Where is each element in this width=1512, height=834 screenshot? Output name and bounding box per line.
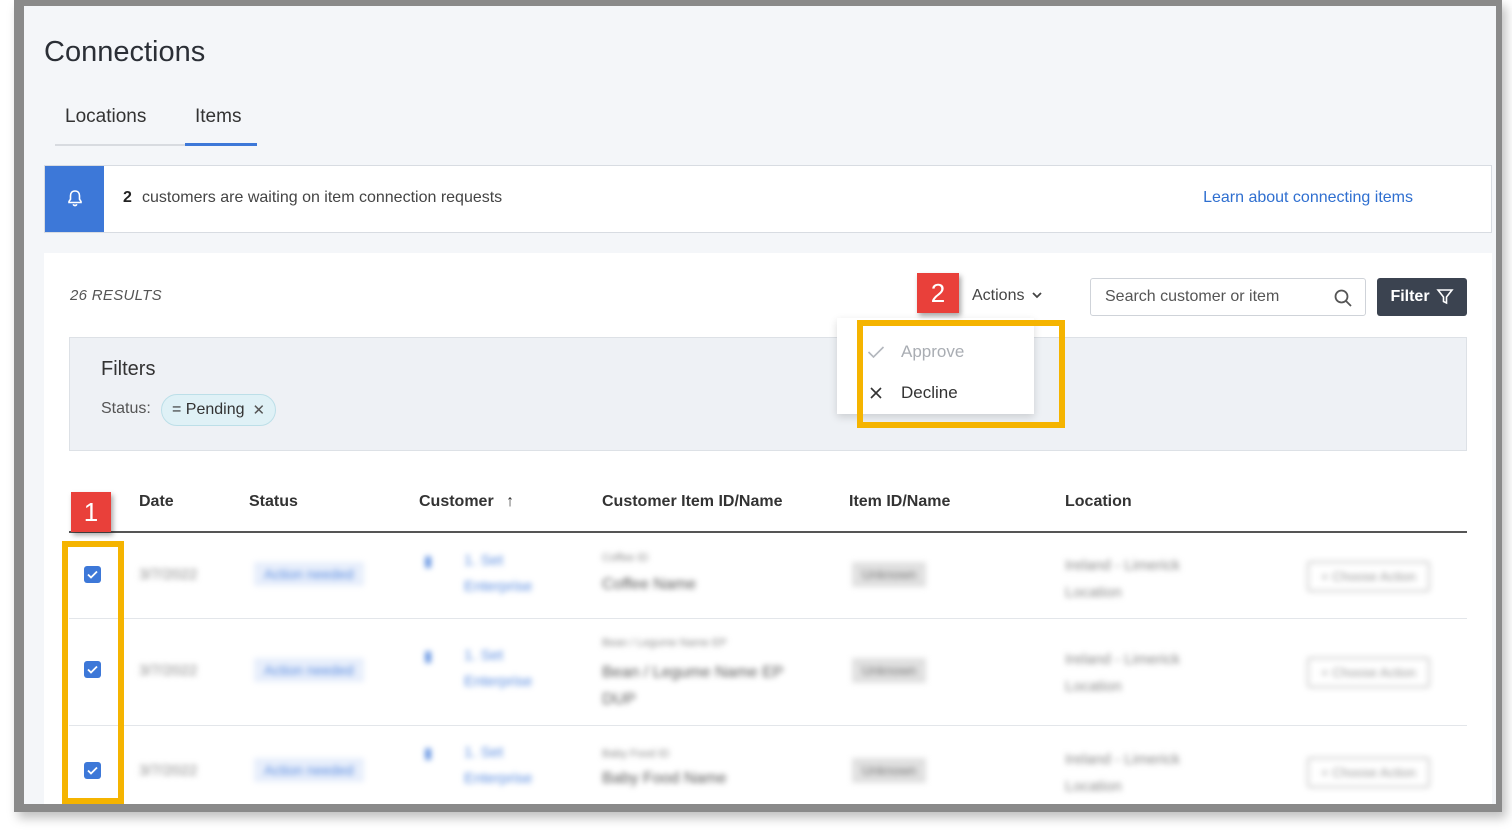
actions-label: Actions — [972, 287, 1025, 304]
table-row: 3/7/2022 Action needed ▮ 1. Set Enterpris… — [69, 619, 1467, 726]
row-location: Ireland - Limerick Location — [1065, 751, 1181, 795]
status-badge: Action needed — [254, 758, 364, 782]
tab-locations[interactable]: Locations — [55, 106, 195, 146]
banner-message: customers are waiting on item connection… — [142, 189, 503, 206]
customer-item-id: Coffee ID — [602, 552, 649, 564]
funnel-icon — [1435, 289, 1454, 305]
status-filter-label: Status: — [101, 400, 151, 417]
tab-items[interactable]: Items — [185, 106, 257, 146]
column-header-date[interactable]: Date — [139, 493, 174, 511]
customer-icon: ▮ — [424, 648, 433, 665]
customer-icon: ▮ — [424, 553, 433, 570]
chip-label: = Pending — [172, 401, 245, 418]
customer-link[interactable]: 1. Set Enterprise — [464, 740, 532, 792]
search-icon[interactable] — [1333, 288, 1353, 308]
row-location: Ireland - Limerick Location — [1065, 651, 1181, 695]
row-date: 3/7/2022 — [139, 762, 198, 779]
customer-item-name: Baby Food Name — [602, 770, 727, 787]
item-badge: Unknown — [852, 758, 927, 783]
customer-item-name: Coffee Name — [602, 576, 696, 593]
customer-icon: ▮ — [424, 745, 433, 762]
search-placeholder: Search customer or item — [1105, 288, 1280, 305]
column-header-location[interactable]: Location — [1065, 493, 1132, 511]
choose-action-button[interactable]: + Choose Action — [1307, 561, 1431, 592]
learn-link[interactable]: Learn about connecting items — [1203, 189, 1413, 207]
info-banner: 2 customers are waiting on item connecti… — [44, 165, 1492, 233]
choose-action-button[interactable]: + Choose Action — [1307, 757, 1431, 788]
header-divider — [69, 531, 1467, 533]
actions-dropdown[interactable]: Actions — [972, 287, 1043, 305]
column-header-item[interactable]: Item ID/Name — [849, 493, 950, 511]
filter-button[interactable]: Filter — [1377, 278, 1467, 316]
results-panel: 26 RESULTS Actions Search customer or it… — [44, 253, 1492, 804]
callout-2-badge: 2 — [917, 273, 959, 313]
column-header-customer-item[interactable]: Customer Item ID/Name — [602, 493, 783, 511]
bell-icon — [45, 166, 104, 232]
filters-panel: Filters Status: = Pending ✕ — [69, 337, 1467, 451]
column-header-status[interactable]: Status — [249, 493, 298, 511]
menu-highlight-box — [857, 320, 1065, 428]
item-badge: Unknown — [852, 658, 927, 683]
sort-asc-icon: ↑ — [506, 493, 515, 510]
filter-label: Filter — [1390, 288, 1430, 305]
status-badge: Action needed — [254, 658, 364, 682]
customer-item-id: Baby Food ID — [602, 748, 670, 760]
results-count: 26 RESULTS — [70, 287, 162, 304]
callout-1-badge: 1 — [71, 492, 111, 532]
app-window: Connections Locations Items 2 customers … — [14, 0, 1502, 812]
table-row: 3/7/2022 Action needed ▮ 1. Set Enterpris… — [69, 726, 1467, 804]
chevron-down-icon — [1032, 292, 1042, 299]
customer-item-name: Bean / Legume Name EP DUP — [602, 664, 784, 708]
close-icon[interactable]: ✕ — [253, 401, 266, 419]
table-row: 3/7/2022 Action needed ▮ 1. Set Enterpris… — [69, 534, 1467, 619]
filters-title: Filters — [101, 358, 156, 380]
customer-header-label: Customer — [419, 493, 494, 510]
search-input[interactable]: Search customer or item — [1090, 278, 1366, 316]
item-badge: Unknown — [852, 562, 927, 587]
choose-action-button[interactable]: + Choose Action — [1307, 657, 1431, 688]
status-filter-chip[interactable]: = Pending ✕ — [161, 394, 277, 426]
status-badge: Action needed — [254, 562, 364, 586]
checkbox-highlight-box — [62, 541, 124, 804]
row-date: 3/7/2022 — [139, 566, 198, 583]
row-date: 3/7/2022 — [139, 662, 198, 679]
page-title: Connections — [44, 36, 206, 68]
pending-count: 2 — [123, 189, 132, 206]
row-location: Ireland - Limerick Location — [1065, 557, 1181, 601]
customer-link[interactable]: 1. Set Enterprise — [464, 643, 532, 695]
customer-item-id: Bean / Legume Name EP — [602, 637, 727, 649]
customer-link[interactable]: 1. Set Enterprise — [464, 548, 532, 600]
column-header-customer[interactable]: Customer ↑ — [419, 493, 514, 511]
